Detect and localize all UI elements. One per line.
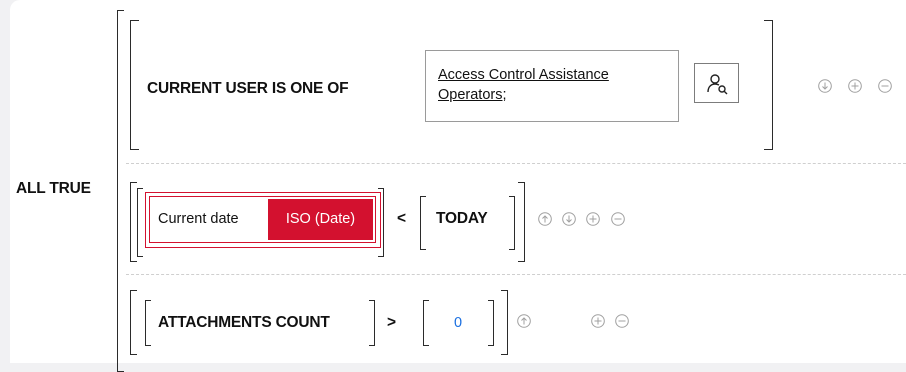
condition2-open-bracket (130, 182, 137, 262)
condition3-field-open-bracket (145, 300, 151, 346)
condition2-field-label: Current date (158, 211, 239, 227)
condition2-field-open-bracket (137, 188, 143, 257)
condition1-label: CURRENT USER IS ONE OF (147, 80, 349, 97)
condition2-value-open-bracket (420, 196, 426, 250)
condition3-value-open-bracket (423, 300, 429, 346)
condition3-open-bracket (130, 290, 137, 355)
remove-icon[interactable] (611, 212, 625, 226)
condition3-value-close-bracket (488, 300, 494, 346)
condition-separator (126, 163, 906, 164)
condition2-field-box[interactable]: Current date ISO (Date) (145, 192, 381, 248)
format-badge: ISO (Date) (268, 199, 373, 240)
condition2-field-close-bracket (378, 188, 384, 257)
add-icon[interactable] (591, 314, 605, 328)
condition3-field-label[interactable]: ATTACHMENTS COUNT (158, 314, 330, 332)
add-icon[interactable] (848, 79, 862, 93)
condition3-close-bracket (501, 290, 508, 355)
all-true-group-bracket (117, 10, 124, 372)
user-search-icon (705, 71, 729, 100)
condition1-value-link[interactable]: Access Control Assistance Operators; (438, 65, 673, 105)
condition3-field-close-bracket (369, 300, 375, 346)
move-up-icon[interactable] (538, 212, 552, 226)
condition-separator (126, 274, 906, 275)
condition1-close-bracket (764, 20, 773, 150)
condition2-close-bracket (518, 182, 525, 262)
all-true-label: ALL TRUE (16, 180, 91, 197)
condition1-open-bracket (130, 20, 139, 150)
condition3-operator: > (387, 314, 396, 331)
condition2-value-close-bracket (509, 196, 515, 250)
remove-icon[interactable] (615, 314, 629, 328)
remove-icon[interactable] (878, 79, 892, 93)
move-up-icon[interactable] (517, 314, 531, 328)
condition3-value[interactable]: 0 (454, 315, 462, 331)
add-icon[interactable] (586, 212, 600, 226)
condition2-operator: < (397, 210, 406, 227)
condition2-value[interactable]: TODAY (436, 210, 488, 228)
move-down-icon[interactable] (818, 79, 832, 93)
user-picker-button[interactable] (694, 63, 739, 103)
move-down-icon[interactable] (562, 212, 576, 226)
